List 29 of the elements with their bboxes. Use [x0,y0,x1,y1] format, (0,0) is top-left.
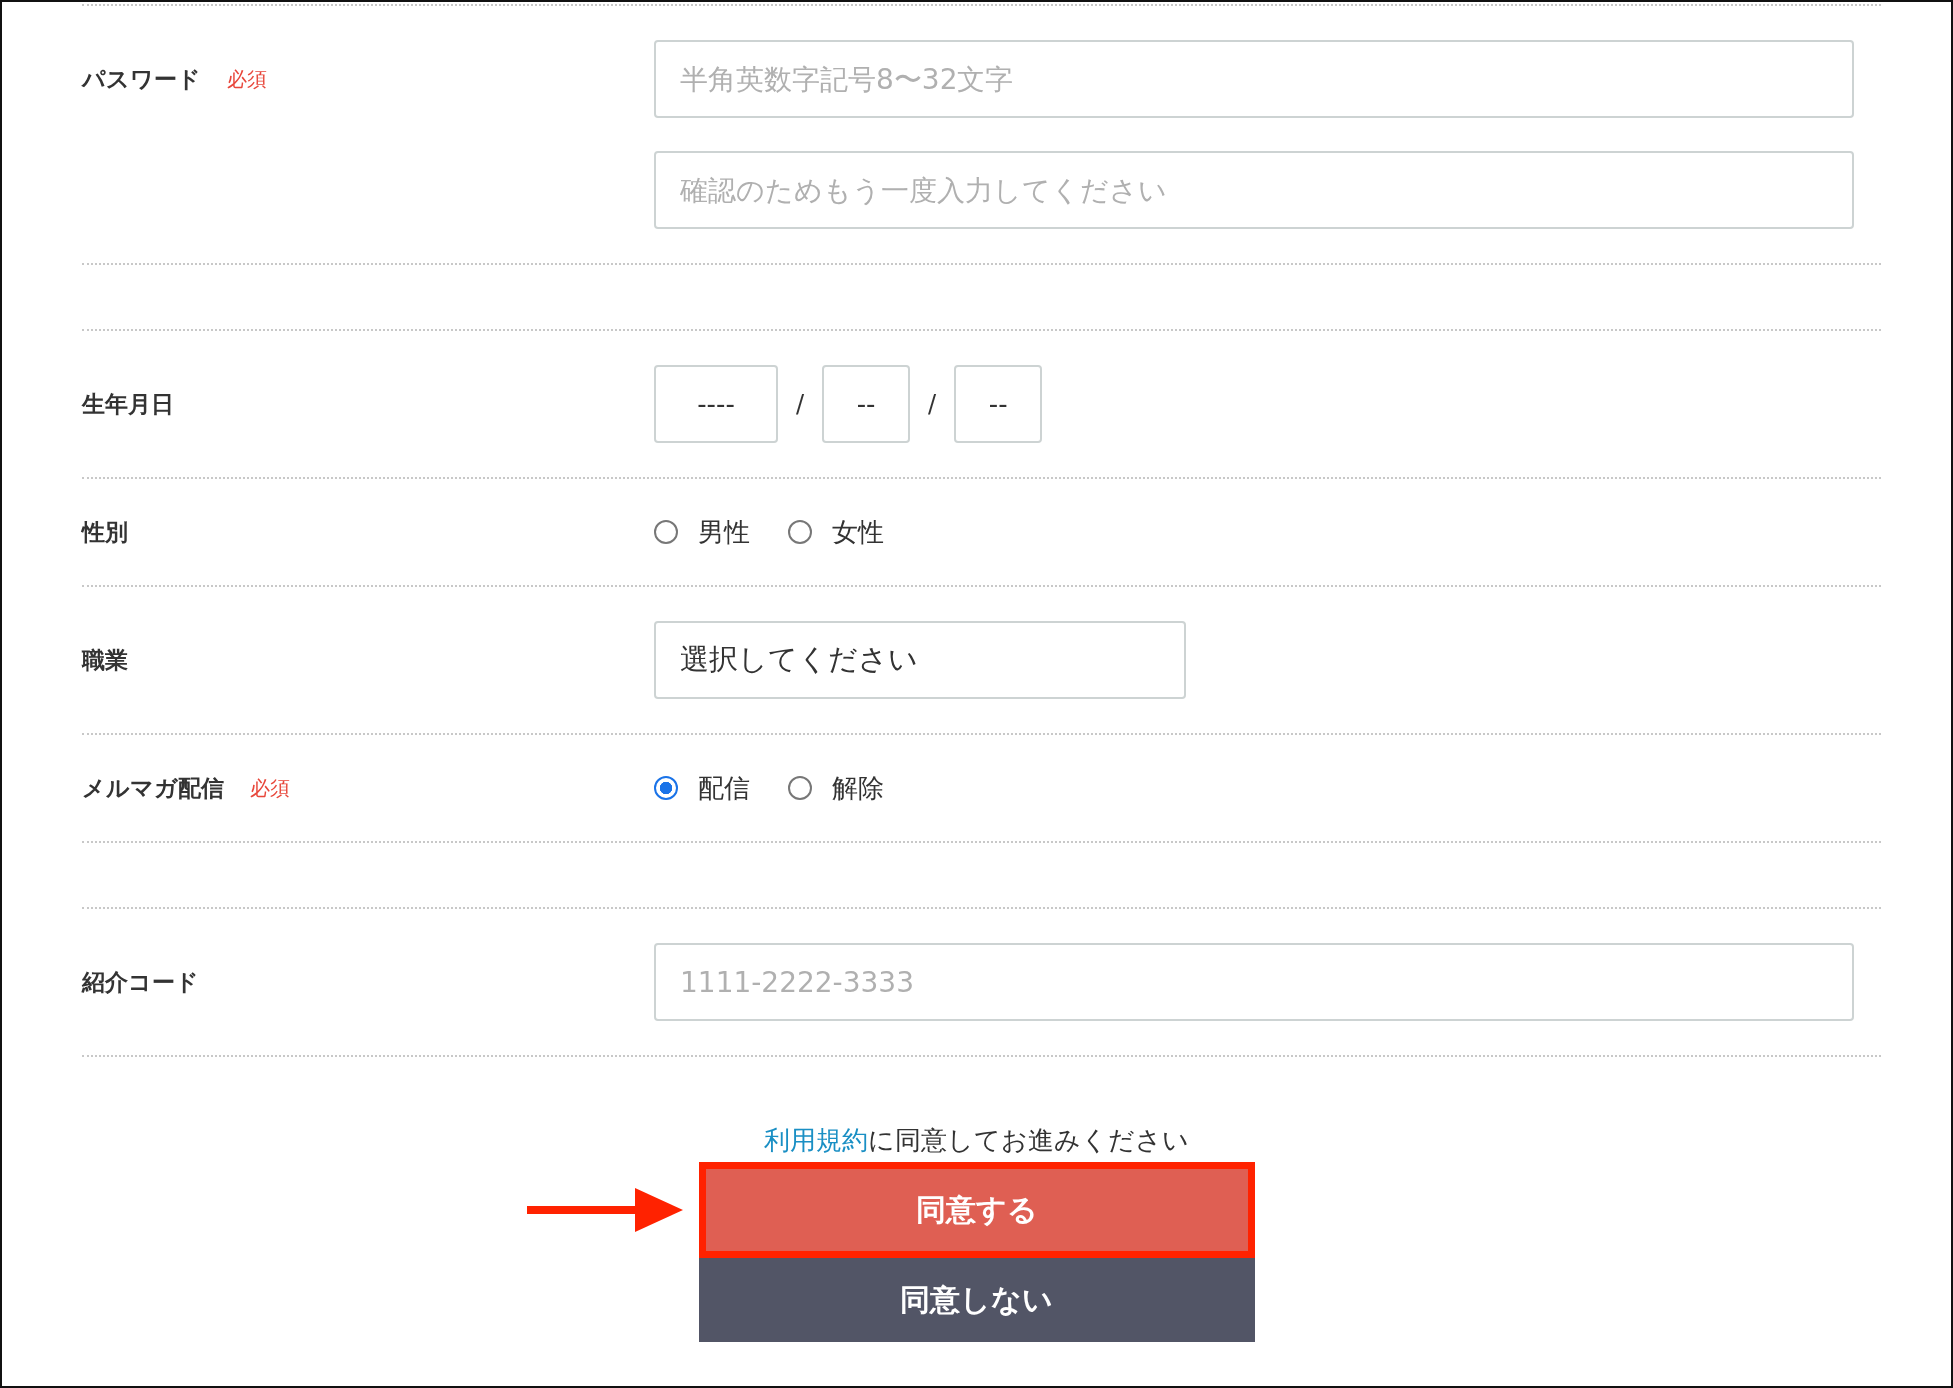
radio-label: 解除 [832,771,884,805]
terms-text: 利用規約に同意してお進みください [764,1124,1189,1157]
radio-button[interactable] [788,776,812,800]
date-separator: / [795,390,806,418]
field-label: 性別 [82,517,128,547]
radio-label: 配信 [698,771,750,805]
terms-link[interactable]: 利用規約 [764,1125,868,1155]
date-select[interactable]: -- [822,365,911,443]
field-label: メルマガ配信 [82,773,224,803]
radio-button[interactable] [788,520,812,544]
select-field[interactable]: 選択してください [654,621,1186,699]
field-label: 職業 [82,645,128,675]
date-select[interactable]: -- [954,365,1043,443]
decline-button[interactable]: 同意しない [698,1258,1255,1342]
required-label: 必須 [250,774,290,802]
input-field[interactable]: 1111-2222-3333 [654,943,1854,1021]
field-label: 生年月日 [82,389,174,419]
agree-button[interactable]: 同意する [698,1162,1255,1258]
field-label: パスワード [82,64,201,94]
radio-label: 女性 [832,515,884,549]
date-select[interactable]: ---- [654,365,778,443]
required-label: 必須 [227,65,267,93]
radio-button[interactable] [654,776,678,800]
field-label: 紹介コード [82,967,199,997]
radio-button[interactable] [654,520,678,544]
date-separator: / [927,390,938,418]
input-field[interactable]: 確認のためもう一度入力してください [654,151,1854,229]
input-field[interactable]: 半角英数字記号8〜32文字 [654,40,1854,118]
radio-label: 男性 [698,515,750,549]
